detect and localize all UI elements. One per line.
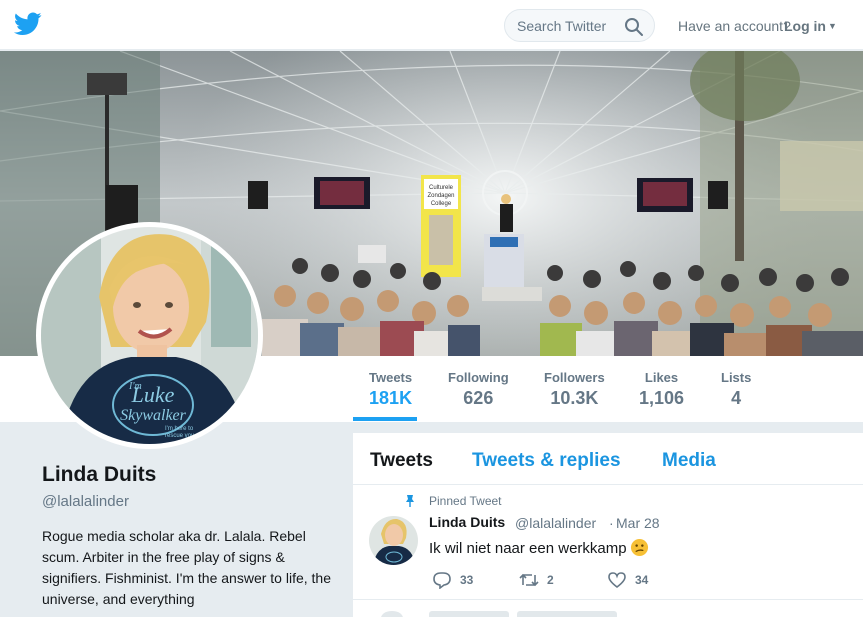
stat-following[interactable]: Following 626 [448,370,509,409]
tab-tweets-replies[interactable]: Tweets & replies [472,450,621,472]
tweet-author-name[interactable]: Linda Duits [429,514,505,530]
stat-label: Likes [644,370,679,385]
banner-sign-line-3: College [431,201,452,207]
banner-sign-line-1: Culturele [429,185,454,191]
twitter-bird-icon[interactable] [14,12,42,36]
tweet-avatar-photo [369,516,418,565]
next-tweet-partial[interactable] [353,601,863,617]
retweet-button[interactable]: 2 [519,571,554,589]
pin-icon [406,495,414,507]
caret-down-icon: ▼ [828,21,837,31]
retweet-icon [519,573,539,587]
search-icon[interactable] [624,17,644,37]
profile-handle[interactable]: @lalalalinder [42,493,129,510]
like-count: 34 [635,573,649,587]
active-stat-indicator [353,417,417,421]
stat-label: Followers [544,370,605,385]
timeline: Tweets Tweets & replies Media Pinned Twe… [353,433,863,617]
tweet-separator: · [609,515,614,531]
stat-tweets[interactable]: Tweets 181K [369,370,412,409]
profile-name[interactable]: Linda Duits [42,463,156,487]
tweet-text-content: Ik wil niet naar een werkkamp [429,540,627,557]
next-tweet-avatar [381,611,403,617]
stat-value: 626 [463,388,494,408]
top-bar: Have an account? Log in▼ [0,0,863,50]
profile-avatar[interactable]: I'm Luke Skywalker I'm here to rescue yo… [36,222,263,449]
stat-value: 181K [369,388,413,408]
next-tweet-name-placeholder [429,611,509,617]
login-label: Log in [784,18,826,34]
next-tweet-handle-placeholder [517,611,617,617]
search-box[interactable] [504,9,655,42]
pinned-label: Pinned Tweet [429,494,502,508]
stat-label: Lists [721,370,752,385]
tweet-date[interactable]: Mar 28 [616,515,660,531]
stat-value: 4 [731,388,742,408]
stat-likes[interactable]: Likes 1,106 [639,370,684,409]
shirt-text-5: rescue you [165,433,194,439]
reply-button[interactable]: 33 [432,571,474,590]
confused-face-emoji-icon [630,538,648,557]
stat-value: 1,106 [639,388,685,408]
shirt-text-2: Luke [131,382,175,407]
shirt-text-4: I'm here to [165,426,194,432]
retweet-count: 2 [547,573,554,587]
tab-media[interactable]: Media [662,450,716,472]
banner-sign-line-2: Zondagen [427,193,454,199]
like-button[interactable]: 34 [607,571,648,589]
login-button[interactable]: Log in ▼ [784,18,837,34]
tab-tweets[interactable]: Tweets [370,450,433,472]
account-prompt: Have an account? [678,18,791,34]
profile-bio: Rogue media scholar aka dr. Lalala. Rebe… [42,528,331,607]
tweet-avatar[interactable] [369,516,418,565]
reply-count: 33 [460,573,474,587]
heart-icon [608,572,626,589]
tweet-author-handle[interactable]: @lalalalinder [515,515,596,531]
shirt-text-3: Skywalker [120,407,187,424]
reply-icon [433,572,451,590]
stat-label: Following [448,370,509,385]
stat-label: Tweets [369,370,413,385]
timeline-tabs: Tweets Tweets & replies Media [353,433,863,485]
tweet[interactable]: Pinned Tweet Linda Duits @lalalalinder ·… [353,486,863,600]
stat-lists[interactable]: Lists 4 [721,370,751,409]
tweet-text: Ik wil niet naar een werkkamp [429,538,649,557]
stat-followers[interactable]: Followers 10.3K [544,370,605,409]
stat-value: 10.3K [550,388,599,408]
search-input[interactable] [517,17,617,35]
avatar-photo: I'm Luke Skywalker I'm here to rescue yo… [41,227,258,444]
